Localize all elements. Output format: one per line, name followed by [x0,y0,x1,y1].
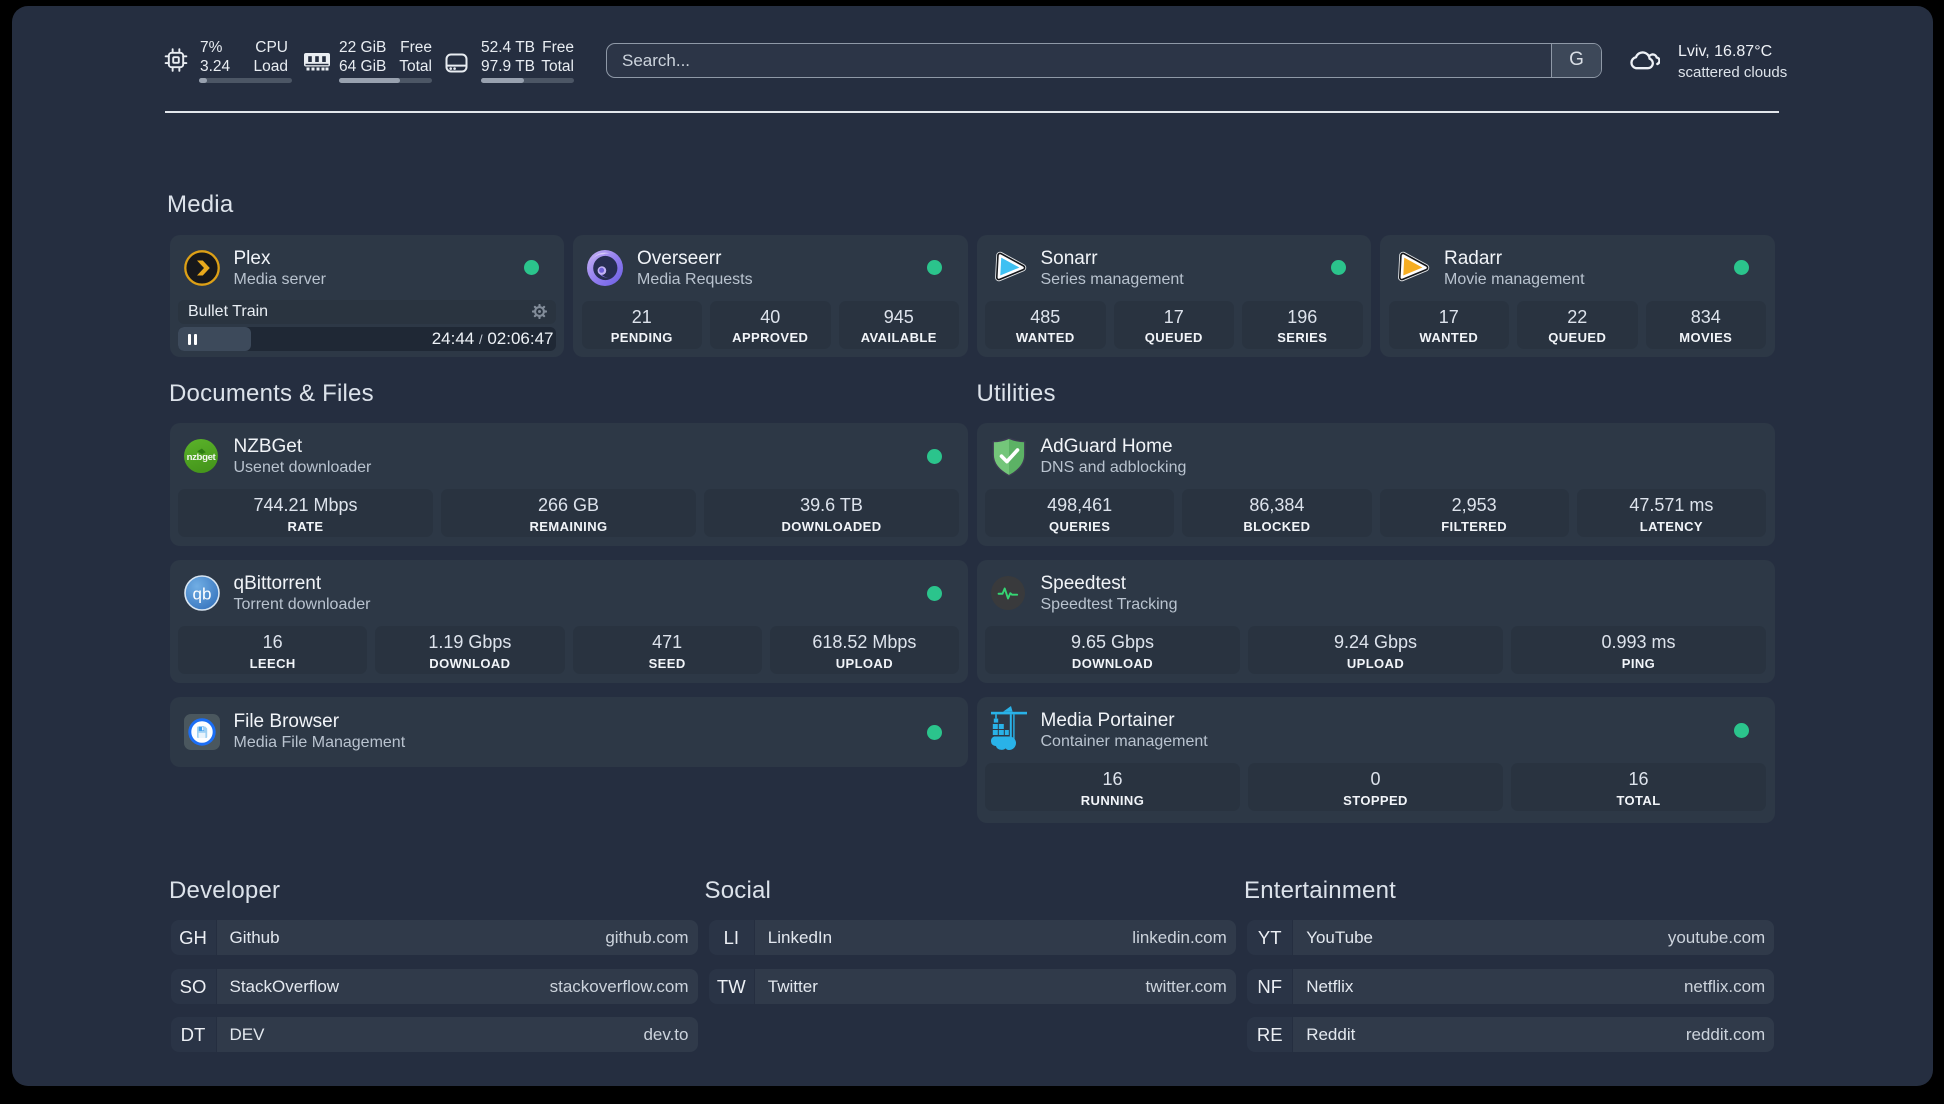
svg-text:nzbget: nzbget [186,452,216,463]
svg-text:qb: qb [192,585,211,604]
